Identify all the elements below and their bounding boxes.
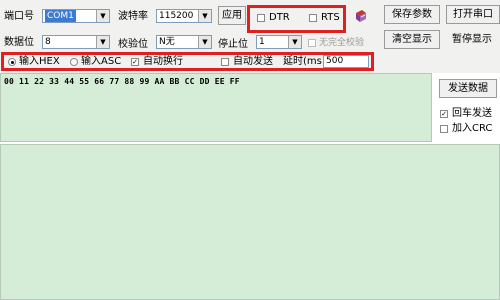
delay-input[interactable]: 500 xyxy=(323,55,369,68)
port-label: 端口号 xyxy=(4,11,34,22)
stopbits-label: 停止位 xyxy=(218,39,248,50)
input-hex-radio[interactable] xyxy=(8,58,16,66)
baud-value: 115200 xyxy=(159,11,194,21)
parity-select[interactable]: N无 ▼ xyxy=(156,35,212,49)
databits-select[interactable]: 8 ▼ xyxy=(42,35,110,49)
databits-value: 8 xyxy=(45,37,51,47)
send-data-button[interactable]: 发送数据 xyxy=(439,79,497,98)
input-asc-label: 输入ASC xyxy=(81,56,122,67)
add-crc-label: 加入CRC xyxy=(452,123,493,134)
baud-select[interactable]: 115200 ▼ xyxy=(156,9,212,23)
open-port-button[interactable]: 打开串口 xyxy=(446,5,500,24)
stopbits-select[interactable]: 1 ▼ xyxy=(256,35,302,49)
chevron-down-icon[interactable]: ▼ xyxy=(198,36,211,48)
auto-wrap-checkbox[interactable]: ✓ xyxy=(131,58,139,66)
chevron-down-icon[interactable]: ▼ xyxy=(198,10,211,22)
port-value: COM1 xyxy=(45,10,76,22)
save-params-button[interactable]: 保存参数 xyxy=(384,5,440,24)
rts-label: RTS xyxy=(321,12,340,23)
enter-send-checkbox[interactable]: ✓ xyxy=(440,110,448,118)
enter-send-label: 回车发送 xyxy=(452,108,492,119)
input-asc-radio[interactable] xyxy=(70,58,78,66)
chevron-down-icon[interactable]: ▼ xyxy=(288,36,301,48)
dtr-label: DTR xyxy=(269,12,290,23)
port-select[interactable]: COM1 ▼ xyxy=(42,9,110,23)
dtr-checkbox[interactable] xyxy=(257,14,265,22)
databits-label: 数据位 xyxy=(4,37,34,48)
no-parity-checkbox[interactable] xyxy=(308,39,316,47)
auto-send-label: 自动发送 xyxy=(233,56,273,67)
delay-label: 延时(ms xyxy=(283,56,322,67)
send-hex-content: 00 11 22 33 44 55 66 77 88 99 AA BB CC D… xyxy=(4,77,240,86)
baud-label: 波特率 xyxy=(118,11,148,22)
input-hex-label: 输入HEX xyxy=(19,56,60,67)
pause-display-button[interactable]: 暂停显示 xyxy=(452,34,492,46)
no-parity-label: 无完全校验 xyxy=(319,38,365,48)
auto-send-checkbox[interactable] xyxy=(221,58,229,66)
clear-display-button[interactable]: 清空显示 xyxy=(384,30,440,49)
apply-button[interactable]: 应用 xyxy=(218,6,246,25)
chevron-down-icon[interactable]: ▼ xyxy=(96,36,109,48)
add-crc-checkbox[interactable] xyxy=(440,125,448,133)
parity-label: 校验位 xyxy=(118,39,148,50)
chevron-down-icon[interactable]: ▼ xyxy=(96,10,109,22)
auto-wrap-label: 自动换行 xyxy=(143,56,183,67)
receive-text-area[interactable] xyxy=(0,144,500,300)
book-icon[interactable] xyxy=(354,9,368,23)
rts-checkbox[interactable] xyxy=(309,14,317,22)
stopbits-value: 1 xyxy=(259,37,265,47)
parity-value: N无 xyxy=(159,37,175,47)
